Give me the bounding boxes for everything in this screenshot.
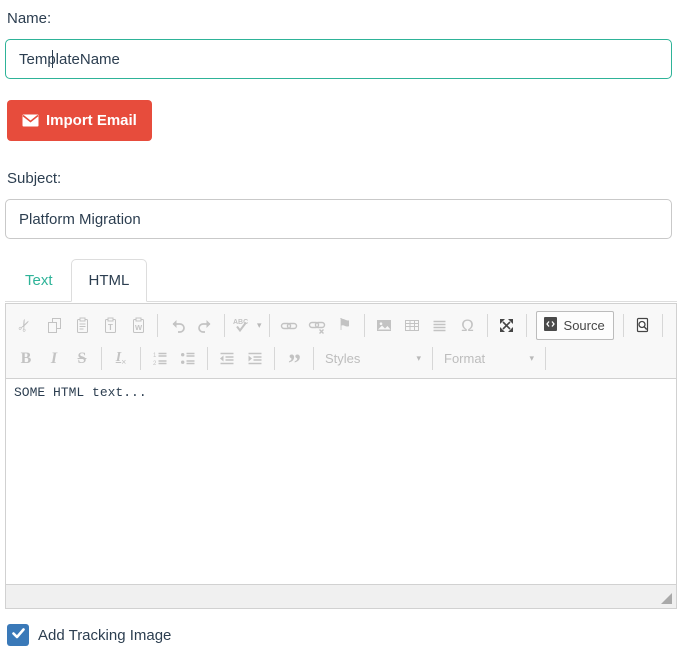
toolbar-separator	[526, 314, 527, 337]
toolbar-separator	[274, 347, 275, 370]
toolbar-row-1: ✂ T W	[10, 309, 672, 342]
numbered-list-icon[interactable]: 12	[147, 346, 173, 372]
cut-icon[interactable]: ✂	[13, 313, 39, 339]
tab-html[interactable]: HTML	[71, 259, 148, 302]
source-button-label: Source	[564, 318, 605, 333]
bold-icon[interactable]: B	[13, 346, 39, 372]
html-source-textarea[interactable]: SOME HTML text...	[6, 379, 676, 584]
checkmark-icon	[12, 626, 25, 644]
import-email-button[interactable]: Import Email	[7, 100, 152, 141]
strikethrough-icon[interactable]: S	[69, 346, 95, 372]
unlink-icon[interactable]	[304, 313, 330, 339]
chevron-down-icon: ▾	[416, 353, 421, 364]
source-button[interactable]: Source	[536, 311, 614, 340]
name-label: Name:	[7, 10, 677, 27]
tab-text[interactable]: Text	[7, 259, 71, 302]
format-dropdown[interactable]: Format ▾	[440, 348, 538, 369]
redo-icon[interactable]	[192, 313, 218, 339]
chevron-down-icon: ▾	[257, 320, 262, 331]
increase-indent-icon[interactable]	[242, 346, 268, 372]
italic-icon[interactable]: I	[41, 346, 67, 372]
svg-text:2: 2	[153, 361, 157, 367]
tracking-image-row: Add Tracking Image	[7, 624, 677, 646]
toolbar-separator	[313, 347, 314, 370]
svg-text:1: 1	[153, 353, 157, 359]
toolbar-separator	[662, 314, 663, 337]
resize-handle[interactable]	[661, 593, 672, 604]
horizontal-rule-icon[interactable]	[427, 313, 453, 339]
paste-plain-text-icon[interactable]: T	[97, 313, 123, 339]
envelope-icon	[22, 114, 39, 127]
chevron-down-icon: ▾	[529, 353, 534, 364]
editor-mode-tabs: Text HTML	[5, 258, 677, 302]
link-icon[interactable]	[276, 313, 302, 339]
toolbar-separator	[224, 314, 225, 337]
name-input[interactable]	[5, 39, 672, 79]
paste-from-word-icon[interactable]: W	[125, 313, 151, 339]
editor-toolbar: ✂ T W	[6, 304, 676, 379]
tracking-image-label: Add Tracking Image	[38, 627, 171, 644]
styles-dropdown[interactable]: Styles ▾	[321, 348, 425, 369]
preview-icon[interactable]	[630, 313, 656, 339]
template-editor-page: Name: Import Email Subject: Text HTML ✂	[0, 0, 682, 662]
toolbar-separator	[157, 314, 158, 337]
paste-icon[interactable]	[69, 313, 95, 339]
spell-check-icon[interactable]: ABC ▾	[231, 313, 263, 339]
remove-format-icon[interactable]: I×	[108, 346, 134, 372]
name-input-wrap	[5, 39, 677, 79]
toolbar-separator	[432, 347, 433, 370]
toolbar-separator	[623, 314, 624, 337]
toolbar-separator	[364, 314, 365, 337]
source-icon	[543, 316, 558, 335]
toolbar-row-2: B I S I× 12 ”	[10, 342, 672, 375]
toolbar-separator	[101, 347, 102, 370]
svg-text:W: W	[134, 323, 142, 332]
svg-text:T: T	[108, 323, 113, 332]
html-editor: ✂ T W	[5, 303, 677, 609]
subject-label: Subject:	[7, 170, 677, 187]
anchor-flag-icon[interactable]: ⚑	[332, 313, 358, 339]
copy-icon[interactable]	[41, 313, 67, 339]
special-character-icon[interactable]: Ω	[455, 313, 481, 339]
decrease-indent-icon[interactable]	[214, 346, 240, 372]
styles-dropdown-label: Styles	[325, 351, 360, 366]
image-icon[interactable]	[371, 313, 397, 339]
maximize-icon[interactable]	[494, 313, 520, 339]
editor-bottom-bar	[6, 584, 676, 608]
table-icon[interactable]	[399, 313, 425, 339]
blockquote-icon[interactable]: ”	[281, 346, 307, 372]
text-cursor	[52, 50, 53, 68]
toolbar-separator	[487, 314, 488, 337]
toolbar-separator	[207, 347, 208, 370]
toolbar-separator	[545, 347, 546, 370]
undo-icon[interactable]	[164, 313, 190, 339]
format-dropdown-label: Format	[444, 351, 485, 366]
toolbar-separator	[140, 347, 141, 370]
toolbar-separator	[269, 314, 270, 337]
subject-input[interactable]	[5, 199, 672, 239]
add-tracking-checkbox[interactable]	[7, 624, 29, 646]
import-email-label: Import Email	[46, 112, 137, 129]
bulleted-list-icon[interactable]	[175, 346, 201, 372]
